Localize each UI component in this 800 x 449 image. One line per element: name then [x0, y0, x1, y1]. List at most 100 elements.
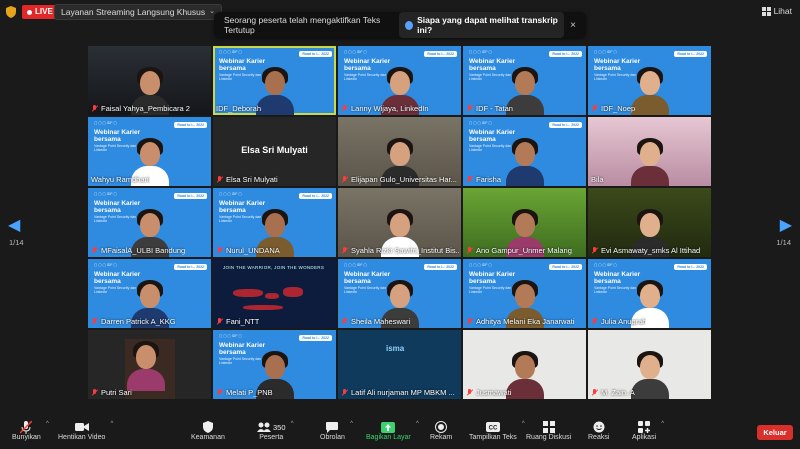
next-page-arrow-icon[interactable]: ▶ — [780, 215, 792, 235]
event-badge: Road to I... 2022 — [674, 51, 707, 57]
chevron-up-icon[interactable]: ^ — [661, 421, 664, 427]
participant-name: M. Zain. A — [601, 388, 635, 397]
breakout-rooms-button[interactable]: Ruang Diskusi — [526, 420, 571, 441]
sponsor-logos: ▢ ▢ ▢ IDF ▢ — [344, 263, 367, 267]
close-icon[interactable]: × — [570, 20, 576, 31]
view-label: Lihat — [773, 6, 792, 16]
map-island — [233, 289, 263, 297]
sponsor-logos: ▢ ▢ ▢ IDF ▢ — [469, 263, 492, 267]
participant-name-label: Faisal Yahya_Pembicara 2 — [91, 104, 190, 113]
muted-microphone-icon — [466, 389, 473, 396]
show-captions-button[interactable]: CC Tampilkan Teks ^ — [469, 420, 525, 441]
participants-button[interactable]: 350 Peserta ^ — [257, 420, 294, 441]
apps-button[interactable]: Aplikasi ^ — [632, 420, 664, 441]
chevron-up-icon[interactable]: ^ — [350, 421, 353, 427]
person-icon — [405, 20, 414, 30]
participant-tile[interactable]: Webinar Karier bersama Vantage Point Secu… — [463, 259, 586, 328]
participant-tile[interactable]: JOIN THE WARRIOR, JOIN THE WONDERS Fani_N… — [213, 259, 336, 328]
participant-name: Lanny Wijaya, LinkedIn — [351, 104, 429, 113]
participant-tile[interactable]: Elijapan Gulo_Universitas Har... — [338, 117, 461, 186]
live-badge[interactable]: LIVE — [22, 5, 58, 19]
muted-microphone-icon — [466, 105, 473, 112]
participant-tile[interactable]: Elsa Sri Mulyati Elsa Sri Mulyati — [213, 117, 336, 186]
participant-video — [629, 349, 671, 399]
chevron-up-icon[interactable]: ^ — [111, 421, 114, 427]
muted-microphone-icon — [341, 389, 348, 396]
participant-name: Putri Sari — [101, 388, 132, 397]
participant-name: Bila — [591, 175, 604, 184]
leave-button[interactable]: Keluar — [757, 425, 793, 440]
stop-video-button[interactable]: Hentikan Video ^ — [58, 420, 113, 441]
chevron-up-icon[interactable]: ^ — [46, 421, 49, 427]
participant-name: Melati P_PNB — [226, 388, 273, 397]
muted-microphone-icon — [216, 176, 223, 183]
participant-tile[interactable]: Webinar Karier bersama Vantage Point Secu… — [463, 46, 586, 115]
event-badge: Road to I... 2022 — [299, 51, 332, 57]
grid-view-icon — [761, 6, 771, 16]
participant-tile[interactable]: Webinar Karier bersama Vantage Point Secu… — [338, 46, 461, 115]
participant-name-label: IDF_Deborah — [216, 104, 261, 113]
view-button[interactable]: Lihat — [761, 6, 792, 16]
security-button[interactable]: Keamanan — [191, 420, 225, 441]
participant-name-label: MFaisalA_ULBI Bandung — [91, 246, 185, 255]
participant-tile[interactable]: Jusmawati — [463, 330, 586, 399]
participant-name-label: Farisha — [466, 175, 501, 184]
participant-tile[interactable]: Webinar Karier bersama Vantage Point Secu… — [88, 188, 211, 257]
participant-tile[interactable]: Bila — [588, 117, 711, 186]
chevron-up-icon[interactable]: ^ — [416, 421, 419, 427]
muted-microphone-icon — [341, 105, 348, 112]
sponsor-logos: ▢ ▢ ▢ IDF ▢ — [219, 334, 242, 338]
chevron-up-icon[interactable]: ^ — [291, 421, 294, 427]
muted-microphone-icon — [341, 247, 348, 254]
shield-icon — [202, 420, 213, 434]
participant-tile[interactable]: Syahla Rizki Sawitri_Institut Bis... — [338, 188, 461, 257]
live-stream-dropdown[interactable]: Layanan Streaming Langsung Khusus ⌄ — [54, 4, 223, 20]
participant-tile[interactable]: Webinar Karier bersama Vantage Point Secu… — [588, 46, 711, 115]
event-badge: Road to I... 2022 — [174, 122, 207, 128]
reactions-button[interactable]: Reaksi — [588, 420, 609, 441]
event-badge: Road to I... 2022 — [549, 264, 582, 270]
sponsor-logos: ▢ ▢ ▢ IDF ▢ — [94, 263, 117, 267]
participant-tile[interactable]: Webinar Karier bersama Vantage Point Secu… — [88, 117, 211, 186]
participant-tile[interactable]: Webinar Karier bersama Vantage Point Secu… — [338, 259, 461, 328]
participant-tile[interactable]: Webinar Karier bersama Vantage Point Secu… — [88, 259, 211, 328]
chat-button[interactable]: Obrolan ^ — [320, 420, 353, 441]
map-island — [265, 293, 279, 299]
page-indicator-left: 1/14 — [9, 238, 24, 247]
participant-video — [124, 339, 175, 399]
security-shield-icon[interactable] — [6, 6, 16, 18]
participant-tile[interactable]: Evi Asmawaty_smks Al Ittihad — [588, 188, 711, 257]
participant-tile[interactable]: Putri Sari — [88, 330, 211, 399]
chevron-up-icon[interactable]: ^ — [522, 421, 525, 427]
muted-microphone-icon — [20, 420, 33, 434]
record-button[interactable]: Rekam — [430, 420, 452, 441]
participant-name-label: IDF - Tatan — [466, 104, 513, 113]
participant-tile[interactable]: Webinar Karier bersama Vantage Point Secu… — [213, 188, 336, 257]
participant-name: Farisha — [476, 175, 502, 184]
transcript-visibility-link[interactable]: Siapa yang dapat melihat transkrip ini? — [399, 12, 565, 38]
previous-page-arrow-icon[interactable]: ◀ — [8, 215, 20, 235]
participant-name: Elijapan Gulo_Universitas Har... — [351, 175, 457, 184]
participant-tile[interactable]: Webinar Karier bersama Vantage Point Secu… — [588, 259, 711, 328]
participant-name: Sheila Maheswari — [351, 317, 411, 326]
participant-tile[interactable]: Ano Gampur_Unmer Malang — [463, 188, 586, 257]
record-label: Rekam — [430, 434, 453, 441]
muted-microphone-icon — [91, 247, 98, 254]
participant-tile[interactable]: Webinar Karier bersama Vantage Point Secu… — [463, 117, 586, 186]
muted-microphone-icon — [341, 318, 348, 325]
participant-tile[interactable]: Webinar Karier bersama Vantage Point Secu… — [213, 330, 336, 399]
participant-tile[interactable]: M. Zain. A — [588, 330, 711, 399]
event-badge: Road to I... 2022 — [299, 193, 332, 199]
participant-tile[interactable]: Webinar Karier bersama Vantage Point Secu… — [213, 46, 336, 115]
participant-tile[interactable]: Faisal Yahya_Pembicara 2 — [88, 46, 211, 115]
share-screen-label: Bagikan Layar — [366, 434, 411, 441]
notification-text: Seorang peserta telah mengaktifkan Teks … — [224, 15, 381, 35]
sponsor-logos: ▢ ▢ ▢ IDF ▢ — [594, 50, 617, 54]
event-badge: Road to I... 2022 — [549, 51, 582, 57]
share-screen-button[interactable]: Bagikan Layar ^ — [366, 420, 419, 441]
participant-name: MFaisalA_ULBI Bandung — [101, 246, 186, 255]
unmute-button[interactable]: Bunyikan ^ — [12, 420, 49, 441]
participant-tile[interactable]: isma Latif Ali nurjaman MP MBKM ... — [338, 330, 461, 399]
participant-name: Darren Patrick A_KKG — [101, 317, 176, 326]
participant-name-label: Wahyu Ramdhani — [91, 175, 150, 184]
